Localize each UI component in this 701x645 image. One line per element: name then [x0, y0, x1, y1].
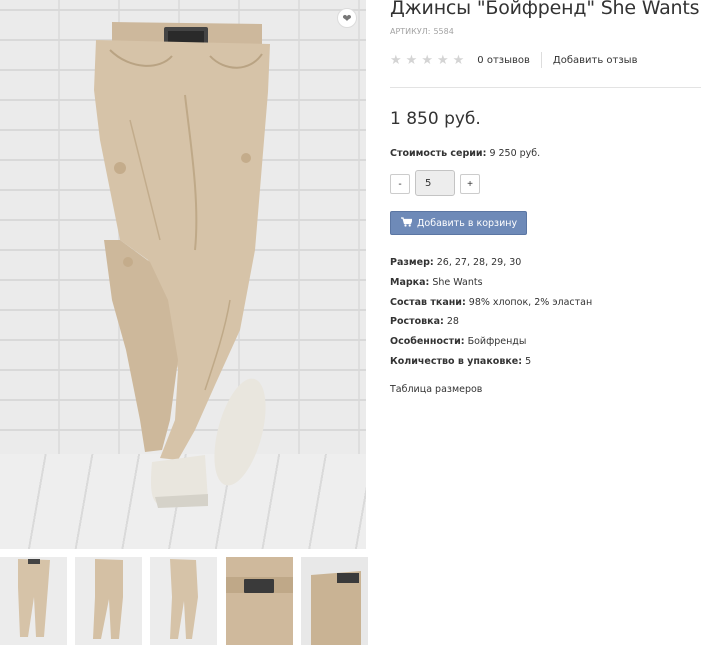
series-cost: Стоимость серии: 9 250 руб.	[390, 148, 540, 159]
property-label: Марка:	[390, 276, 430, 288]
property-value: 26, 27, 28, 29, 30	[436, 257, 522, 268]
add-to-cart-button[interactable]: Добавить в корзину	[390, 211, 527, 235]
size-table-link[interactable]: Таблица размеров	[390, 384, 482, 395]
property-value: 5	[525, 355, 532, 367]
thumbnail-image	[0, 557, 67, 645]
add-review-link[interactable]: Добавить отзыв	[553, 55, 638, 66]
property-label: Особенности:	[390, 336, 465, 348]
series-cost-value: 9 250 руб.	[489, 148, 541, 159]
star-icon[interactable]: ★	[390, 54, 402, 67]
thumbnail-image	[75, 557, 142, 645]
property-label: Состав ткани:	[390, 296, 466, 308]
product-main-image[interactable]: ❤	[0, 0, 366, 549]
divider	[540, 52, 542, 68]
thumbnail-3[interactable]	[150, 557, 217, 645]
quantity-input[interactable]	[415, 170, 455, 196]
thumbnail-5[interactable]	[301, 557, 368, 645]
property-value: She Wants	[432, 276, 483, 288]
rating-stars[interactable]: ★ ★ ★ ★ ★	[390, 54, 464, 67]
favorite-button[interactable]: ❤	[337, 8, 357, 28]
thumbnail-image	[301, 557, 368, 645]
property-value: 98% хлопок, 2% эластан	[468, 296, 593, 308]
sku-value: 5584	[433, 27, 454, 36]
thumbnail-2[interactable]	[75, 557, 142, 645]
quantity-decrease-button[interactable]: -	[390, 174, 410, 194]
property-pack-quantity: Количество в упаковке: 5	[390, 356, 592, 376]
cart-icon	[401, 216, 413, 230]
heart-icon: ❤	[342, 11, 352, 25]
property-label: Количество в упаковке:	[390, 355, 523, 367]
product-price: 1 850 руб.	[390, 109, 481, 129]
thumbnail-image	[150, 557, 217, 645]
thumbnail-4[interactable]	[226, 557, 293, 645]
property-fabric: Состав ткани: 98% хлопок, 2% эластан	[390, 297, 592, 317]
star-icon[interactable]: ★	[421, 54, 433, 67]
divider	[390, 87, 701, 88]
property-label: Ростовка:	[390, 316, 444, 328]
thumbnail-1[interactable]	[0, 557, 67, 645]
property-label: Размер:	[390, 257, 434, 268]
star-icon[interactable]: ★	[406, 54, 418, 67]
reviews-count-link[interactable]: 0 отзывов	[477, 55, 530, 66]
quantity-increase-button[interactable]: +	[460, 174, 480, 194]
jeans-illustration	[94, 22, 270, 508]
thumbnail-image	[226, 557, 293, 645]
sku: АРТИКУЛ: 5584	[390, 27, 454, 36]
series-cost-label: Стоимость серии:	[390, 148, 487, 159]
property-value: Бойфренды	[467, 336, 527, 348]
star-icon[interactable]: ★	[453, 54, 465, 67]
rating-row: ★ ★ ★ ★ ★ 0 отзывов Добавить отзыв	[390, 52, 701, 68]
sku-label: АРТИКУЛ:	[390, 27, 431, 36]
property-brand: Марка: She Wants	[390, 277, 592, 297]
add-to-cart-label: Добавить в корзину	[417, 217, 518, 229]
product-properties: Размер: 26, 27, 28, 29, 30 Марка: She Wa…	[390, 257, 592, 376]
property-size: Размер: 26, 27, 28, 29, 30	[390, 257, 592, 277]
property-size-range: Ростовка: 28	[390, 316, 592, 336]
property-value: 28	[446, 316, 459, 328]
star-icon[interactable]: ★	[437, 54, 449, 67]
thumbnail-gallery	[0, 557, 370, 645]
product-title: Джинсы "Бойфренд" She Wants	[390, 0, 700, 19]
property-features: Особенности: Бойфренды	[390, 336, 592, 356]
